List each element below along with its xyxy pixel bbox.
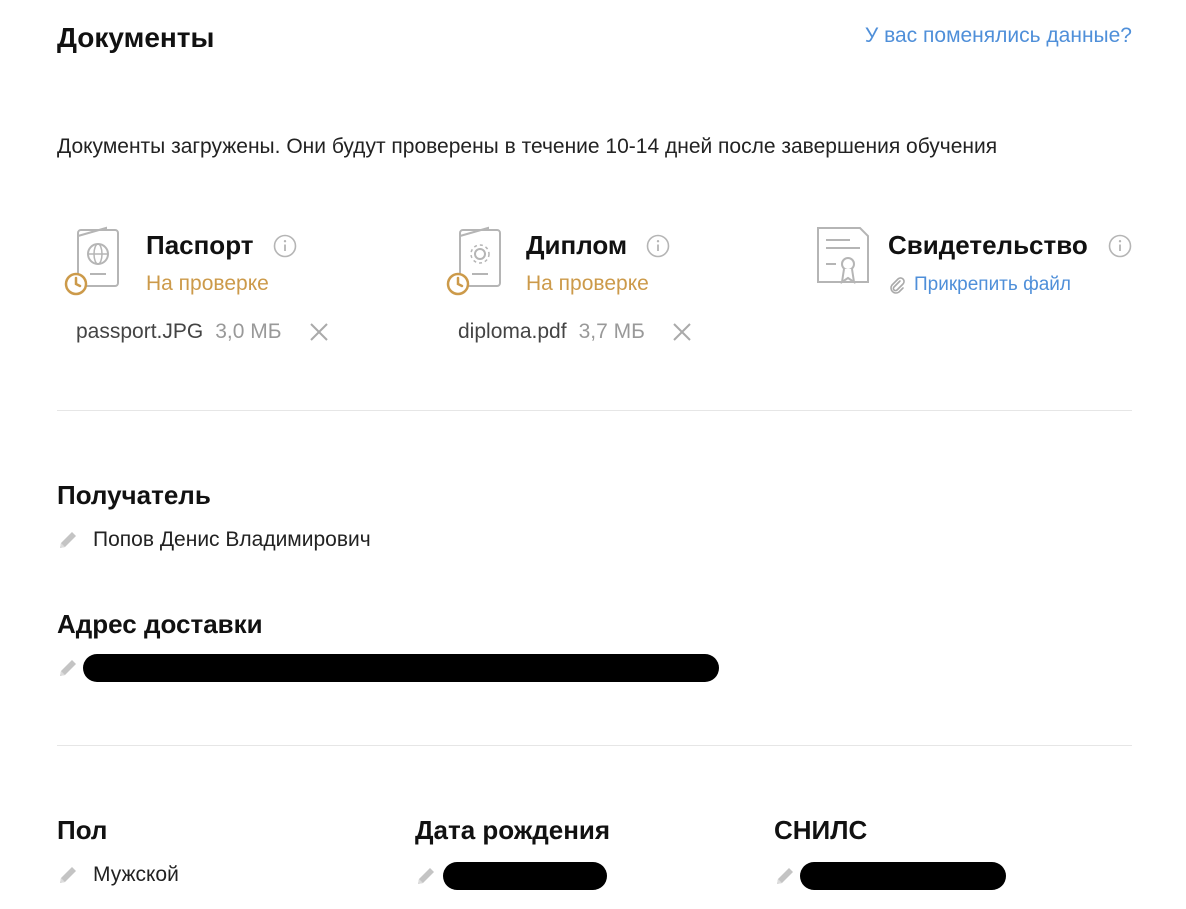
address-label: Адрес доставки	[57, 609, 263, 639]
passport-file-size: 3,0 МБ	[215, 320, 282, 343]
document-card-certificate: Свидетельство Прикрепить файл	[810, 224, 1150, 354]
certificate-document-icon	[817, 227, 869, 285]
diploma-status: На проверке	[526, 272, 649, 295]
close-icon	[309, 323, 328, 341]
snils-field	[774, 862, 1006, 890]
diploma-file-size: 3,7 МБ	[578, 320, 645, 343]
section-divider	[57, 745, 1132, 746]
snils-label: СНИЛС	[774, 815, 868, 845]
page-title: Документы	[57, 22, 215, 53]
pencil-icon[interactable]	[57, 529, 79, 551]
remove-diploma-file-button[interactable]	[671, 321, 693, 343]
recipient-value: Попов Денис Владимирович	[93, 528, 371, 551]
birthdate-field	[415, 862, 607, 890]
info-icon[interactable]	[273, 234, 297, 258]
birthdate-label: Дата рождения	[415, 815, 611, 845]
document-card-passport: Паспорт На проверке passport.JPG 3,0 МБ	[58, 224, 398, 354]
gender-field: Мужской	[57, 863, 179, 887]
pencil-icon[interactable]	[415, 865, 437, 887]
diploma-title: Диплом	[526, 230, 628, 260]
address-field	[57, 654, 719, 682]
info-icon[interactable]	[646, 234, 670, 258]
remove-passport-file-button[interactable]	[308, 321, 330, 343]
snils-redacted	[800, 862, 1006, 890]
gender-label: Пол	[57, 815, 108, 845]
passport-file-name[interactable]: passport.JPG	[76, 320, 203, 344]
gender-value: Мужской	[93, 863, 179, 886]
passport-title: Паспорт	[146, 230, 254, 260]
attach-file-label: Прикрепить файл	[914, 274, 1071, 295]
documents-notice: Документы загружены. Они будут проверены…	[57, 135, 998, 158]
certificate-title: Свидетельство	[888, 230, 1088, 260]
recipient-label: Получатель	[57, 480, 211, 510]
address-redacted	[83, 654, 719, 682]
pencil-icon[interactable]	[57, 864, 79, 886]
diploma-document-icon	[446, 226, 501, 296]
birthdate-redacted	[443, 862, 607, 890]
paperclip-icon	[890, 277, 905, 294]
info-icon[interactable]	[1108, 234, 1132, 258]
passport-file-row: passport.JPG 3,0 МБ	[76, 320, 330, 344]
passport-status: На проверке	[146, 272, 269, 295]
pencil-icon[interactable]	[57, 657, 79, 679]
passport-document-icon	[64, 226, 119, 296]
attach-file-link[interactable]: Прикрепить файл	[888, 274, 1071, 296]
close-icon	[673, 323, 691, 341]
data-changed-link[interactable]: У вас поменялись данные?	[865, 24, 1132, 48]
section-divider	[57, 410, 1132, 411]
recipient-field: Попов Денис Владимирович	[57, 528, 371, 552]
pencil-icon[interactable]	[774, 865, 796, 887]
diploma-file-row: diploma.pdf 3,7 МБ	[458, 320, 693, 344]
document-card-diploma: Диплом На проверке diploma.pdf 3,7 МБ	[440, 224, 780, 354]
diploma-file-name[interactable]: diploma.pdf	[458, 320, 567, 344]
